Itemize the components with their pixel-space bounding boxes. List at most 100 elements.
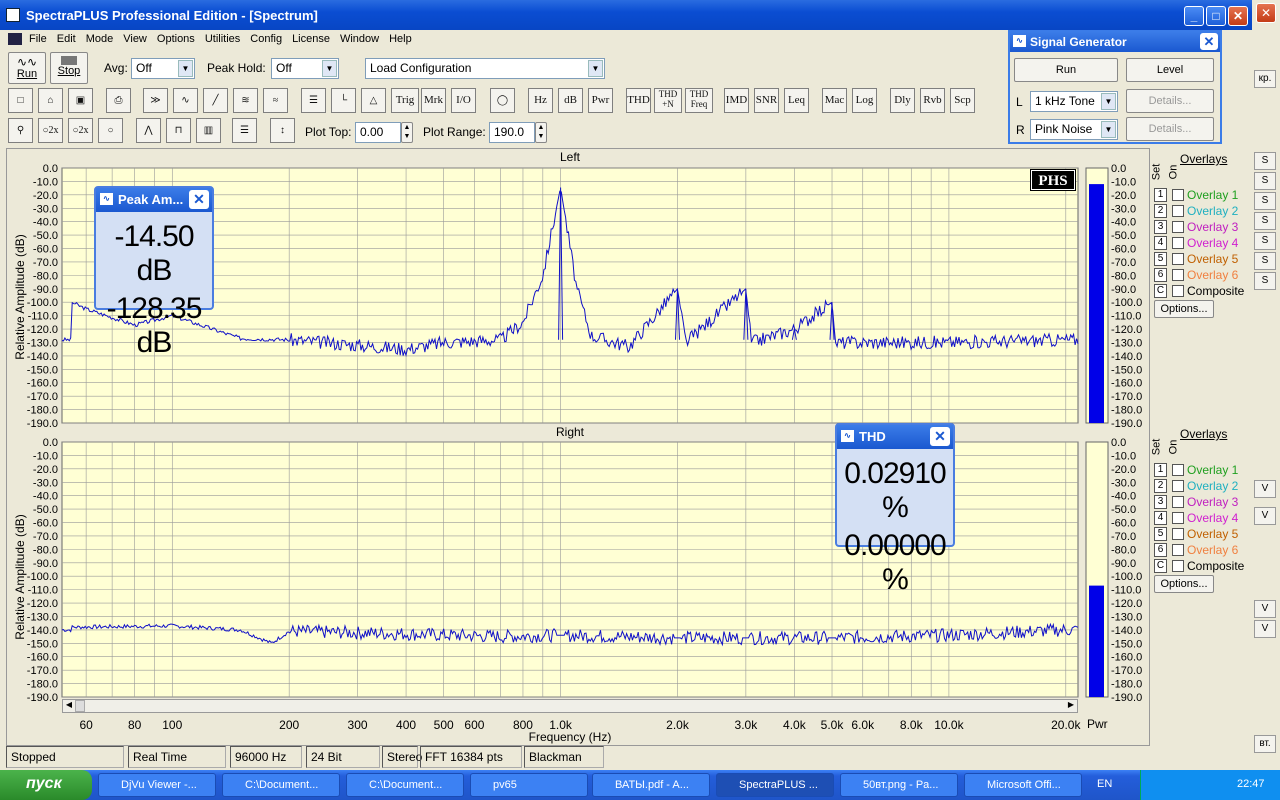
window-icon: ∿	[841, 430, 854, 442]
overlay-set-button[interactable]: 3	[1154, 220, 1167, 234]
taskbar-item[interactable]: C:\Document...	[222, 773, 340, 797]
overlay-set-button[interactable]: 6	[1154, 268, 1167, 282]
overlay-set-button[interactable]: 4	[1154, 511, 1167, 525]
y-tick-label: -120.0	[27, 324, 58, 336]
language-indicator[interactable]: EN	[1097, 778, 1112, 790]
status-field: FFT 16384 pts	[420, 746, 522, 768]
overlay-options-button[interactable]: Options...	[1154, 300, 1214, 318]
y-tick-label: -50.0	[33, 230, 58, 242]
overlay-set-button[interactable]: C	[1154, 284, 1167, 298]
meter-tick-label: -170.0	[1111, 665, 1142, 677]
gen-r-select[interactable]: Pink Noise ▼	[1030, 119, 1118, 140]
gen-l-select[interactable]: 1 kHz Tone ▼	[1030, 91, 1118, 112]
meter-tick-label: -20.0	[1111, 190, 1136, 202]
y-tick-label: -110.0	[28, 311, 58, 323]
meter-tick-label: -90.0	[1111, 284, 1136, 296]
meter-tick-label: -160.0	[1111, 378, 1142, 390]
gen-details-button-2[interactable]: Details...	[1126, 117, 1214, 141]
overlay-set-button[interactable]: 5	[1154, 252, 1167, 266]
overlay-checkbox[interactable]	[1172, 221, 1184, 233]
level-meter-bar	[1089, 184, 1104, 423]
overlay-checkbox[interactable]	[1172, 480, 1184, 492]
overlay-set-button[interactable]: 4	[1154, 236, 1167, 250]
gen-run-button[interactable]: Run	[1014, 58, 1118, 82]
close-icon[interactable]: ✕	[189, 190, 209, 209]
peak-value-2: -128.35 dB	[106, 292, 203, 359]
overlay-checkbox[interactable]	[1172, 528, 1184, 540]
overlay-label: Overlay 6	[1187, 543, 1239, 557]
overlay-checkbox[interactable]	[1172, 285, 1184, 297]
y-tick-label: -20.0	[33, 464, 58, 476]
taskbar-item[interactable]: C:\Document...	[346, 773, 464, 797]
taskbar-item[interactable]: ВАТЫ.pdf - A...	[592, 773, 710, 797]
overlay-set-button[interactable]: 1	[1154, 188, 1167, 202]
y-tick-label: -130.0	[27, 337, 58, 349]
y-tick-label: -70.0	[33, 257, 58, 269]
overlay-checkbox[interactable]	[1172, 269, 1184, 281]
overlay-checkbox[interactable]	[1172, 205, 1184, 217]
overlay-checkbox[interactable]	[1172, 544, 1184, 556]
overlay-row: 3 Overlay 3	[1154, 495, 1250, 511]
overlay-checkbox[interactable]	[1172, 253, 1184, 265]
taskbar: пуск DjVu Viewer -... C:\Document... C:\Do…	[0, 770, 1280, 800]
start-button[interactable]: пуск	[0, 770, 92, 800]
y-tick-label: 0.0	[43, 437, 58, 449]
meter-tick-label: -140.0	[1111, 625, 1142, 637]
status-field: Stereo	[382, 746, 422, 768]
outer-close-button[interactable]: ✕	[1256, 3, 1276, 23]
taskbar-item[interactable]: 50вт.png - Pa...	[840, 773, 958, 797]
chevron-down-icon: ▼	[1101, 121, 1116, 138]
overlay-label: Overlay 1	[1187, 463, 1239, 477]
scroll-left-icon[interactable]: ◀	[63, 700, 75, 712]
overlay-checkbox[interactable]	[1172, 560, 1184, 572]
overlays-header: Overlays	[1180, 427, 1228, 441]
overlay-set-button[interactable]: C	[1154, 559, 1167, 573]
meter-tick-label: -90.0	[1111, 558, 1136, 570]
y-tick-label: -120.0	[27, 598, 58, 610]
peak-amplitude-window[interactable]: ∿ Peak Am... ✕ -14.50 dB -128.35 dB	[94, 186, 214, 359]
overlay-set-button[interactable]: 5	[1154, 527, 1167, 541]
meter-tick-label: -190.0	[1111, 692, 1142, 704]
gen-l-label: L	[1016, 95, 1023, 109]
overlay-set-button[interactable]: 2	[1154, 204, 1167, 218]
gen-level-button[interactable]: Level	[1126, 58, 1214, 82]
close-icon[interactable]: ✕	[930, 427, 950, 446]
taskbar-item[interactable]: DjVu Viewer -...	[98, 773, 216, 797]
meter-tick-label: -110.0	[1111, 585, 1141, 597]
meter-tick-label: -10.0	[1111, 450, 1136, 462]
overlay-options-button[interactable]: Options...	[1154, 575, 1214, 593]
thd-window[interactable]: ∿ THD ✕ 0.02910 % 0.00000 %	[835, 423, 955, 596]
signal-generator-window[interactable]: ∿ Signal Generator ✕ Run Level L 1 kHz Ton…	[1008, 30, 1222, 144]
y-tick-label: -140.0	[27, 351, 58, 363]
scroll-right-icon[interactable]: ▶	[1065, 700, 1077, 712]
meter-tick-label: -110.0	[1111, 311, 1141, 323]
overlay-checkbox[interactable]	[1172, 464, 1184, 476]
taskbar-item[interactable]: Microsoft Offi...	[964, 773, 1082, 797]
y-tick-label: -20.0	[33, 190, 58, 202]
overlay-set-button[interactable]: 3	[1154, 495, 1167, 509]
meter-tick-label: -100.0	[1111, 297, 1142, 309]
gen-details-button-1[interactable]: Details...	[1126, 89, 1214, 113]
taskbar-item[interactable]: pv65	[470, 773, 588, 797]
scroll-thumb[interactable]	[75, 700, 85, 712]
meter-tick-label: -40.0	[1111, 217, 1136, 229]
y-tick-label: -40.0	[33, 491, 58, 503]
clock: 22:47	[1237, 778, 1265, 790]
y-tick-label: -170.0	[27, 665, 58, 677]
overlay-set-button[interactable]: 2	[1154, 479, 1167, 493]
horizontal-scrollbar[interactable]: ◀ ▶	[62, 699, 1078, 713]
y-tick-label: -180.0	[27, 405, 58, 417]
system-tray: EN 22:47	[1097, 770, 1280, 800]
overlay-checkbox[interactable]	[1172, 512, 1184, 524]
taskbar-item[interactable]: SpectraPLUS ...	[716, 773, 834, 797]
overlay-checkbox[interactable]	[1172, 496, 1184, 508]
thd-value-2: 0.00000 %	[844, 529, 946, 596]
overlay-checkbox[interactable]	[1172, 237, 1184, 249]
overlay-set-button[interactable]: 6	[1154, 543, 1167, 557]
overlay-label: Composite	[1187, 284, 1245, 298]
close-icon[interactable]: ✕	[1200, 33, 1218, 50]
overlay-set-button[interactable]: 1	[1154, 463, 1167, 477]
overlay-label: Overlay 6	[1187, 268, 1239, 282]
overlay-checkbox[interactable]	[1172, 189, 1184, 201]
status-field: Stopped	[6, 746, 124, 768]
